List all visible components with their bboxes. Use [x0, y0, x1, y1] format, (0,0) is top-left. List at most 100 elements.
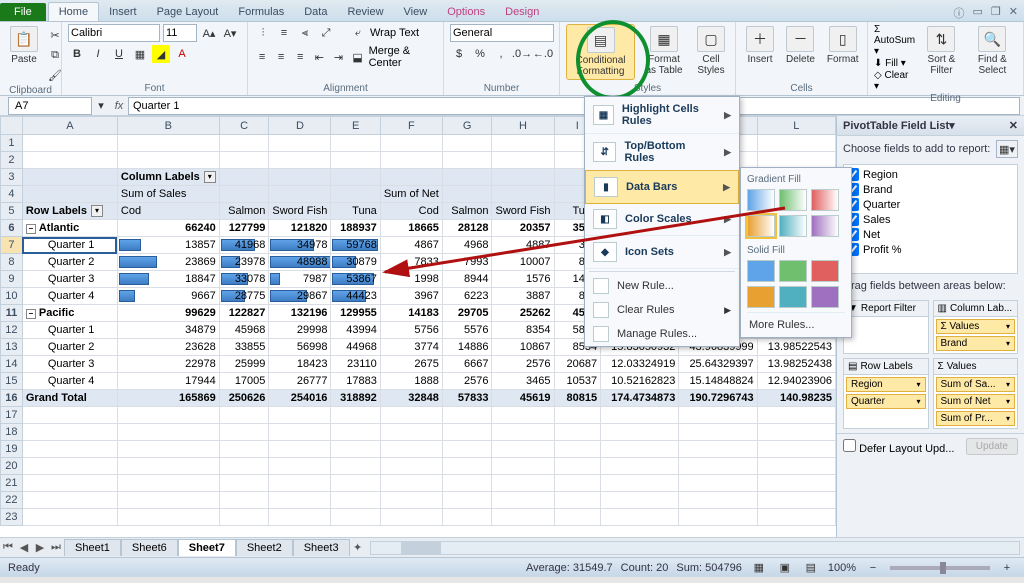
cell[interactable] [380, 424, 442, 441]
tab-page-layout[interactable]: Page Layout [147, 3, 229, 21]
cell[interactable]: 122827 [219, 305, 269, 322]
db-swatch-purple-solid[interactable] [811, 286, 839, 308]
cell[interactable] [331, 441, 380, 458]
cell[interactable]: 2675 [380, 356, 442, 373]
row-header[interactable]: 6 [1, 220, 23, 237]
db-swatch-green-solid[interactable] [779, 260, 807, 282]
column-header[interactable]: G [442, 117, 492, 135]
format-as-table-button[interactable]: ▦ Format as Table [639, 24, 689, 78]
values-area[interactable]: Σ Values Sum of Sa...▾ Sum of Net▾ Sum o… [933, 358, 1019, 429]
row-header[interactable]: 3 [1, 169, 23, 186]
inc-decimal-icon[interactable]: .0→ [513, 45, 531, 63]
row-header[interactable]: 8 [1, 254, 23, 271]
cell[interactable]: 30879 [331, 254, 380, 271]
cell[interactable]: 10537 [554, 373, 601, 390]
area-item[interactable]: Sum of Sa...▾ [936, 377, 1016, 392]
collapse-icon[interactable]: − [26, 309, 36, 319]
italic-icon[interactable]: I [89, 45, 107, 63]
cell[interactable]: Sword Fish [492, 203, 554, 220]
cell[interactable] [117, 475, 219, 492]
grow-font-icon[interactable]: A▴ [200, 24, 218, 42]
area-item[interactable]: Region▾ [846, 377, 926, 392]
cell[interactable] [331, 509, 380, 526]
cell[interactable]: 14183 [380, 305, 442, 322]
delete-cells-button[interactable]: －Delete [782, 24, 819, 67]
name-box[interactable] [8, 97, 92, 115]
cf-highlight-cells-rules[interactable]: ▦Highlight Cells Rules▶ [585, 97, 739, 134]
cell[interactable]: Quarter 2 [22, 339, 117, 356]
cell-styles-button[interactable]: ▢ Cell Styles [693, 24, 729, 78]
cell[interactable]: 29705 [442, 305, 492, 322]
cell[interactable]: 1888 [380, 373, 442, 390]
area-item[interactable]: Sum of Net▾ [936, 394, 1016, 409]
field-checkbox[interactable]: Profit % [846, 242, 1015, 257]
cell[interactable] [219, 475, 269, 492]
shrink-font-icon[interactable]: A▾ [221, 24, 239, 42]
cell[interactable]: 9667 [117, 288, 219, 305]
cell[interactable] [679, 424, 757, 441]
cell[interactable] [554, 458, 601, 475]
cell[interactable] [757, 407, 835, 424]
db-more-rules[interactable]: More Rules... [747, 312, 845, 335]
cell[interactable]: 29998 [269, 322, 331, 339]
cell[interactable]: 13.98252438 [757, 356, 835, 373]
cell[interactable]: 13857 [117, 237, 219, 254]
cell[interactable] [269, 424, 331, 441]
cell[interactable]: 127799 [219, 220, 269, 237]
cell[interactable] [117, 152, 219, 169]
horizontal-scrollbar[interactable] [370, 541, 1020, 555]
cell[interactable]: 8354 [492, 322, 554, 339]
tab-formulas[interactable]: Formulas [228, 3, 294, 21]
cell[interactable] [22, 441, 117, 458]
cell[interactable] [269, 458, 331, 475]
cell[interactable] [757, 152, 835, 169]
cell[interactable]: 23110 [331, 356, 380, 373]
db-swatch-green-gradient[interactable] [779, 189, 807, 211]
cell[interactable] [219, 509, 269, 526]
help-icon[interactable]: ⓘ [954, 5, 965, 21]
cell[interactable] [380, 441, 442, 458]
cell[interactable]: 10007 [492, 254, 554, 271]
area-item[interactable]: Brand▾ [936, 336, 1016, 351]
row-header[interactable]: 22 [1, 492, 23, 509]
cell[interactable]: 165869 [117, 390, 219, 407]
cell[interactable]: 17883 [331, 373, 380, 390]
cell[interactable]: 66240 [117, 220, 219, 237]
cell[interactable]: 23978 [219, 254, 269, 271]
cell[interactable] [492, 475, 554, 492]
cf-icon-sets[interactable]: ◆Icon Sets▶ [585, 236, 739, 269]
cell[interactable] [269, 492, 331, 509]
tab-data[interactable]: Data [294, 3, 337, 21]
cf-top-bottom-rules[interactable]: ⇵Top/Bottom Rules▶ [585, 134, 739, 171]
cell[interactable]: 29867 [269, 288, 331, 305]
cell[interactable] [601, 492, 679, 509]
cell[interactable] [331, 492, 380, 509]
column-header[interactable]: F [380, 117, 442, 135]
cell[interactable]: 23628 [117, 339, 219, 356]
cell[interactable]: 10.52162823 [601, 373, 679, 390]
cell[interactable]: 14886 [442, 339, 492, 356]
cell[interactable] [22, 424, 117, 441]
cf-data-bars[interactable]: ▮Data Bars▶ [585, 170, 739, 204]
row-header[interactable]: 17 [1, 407, 23, 424]
cell[interactable]: 20357 [492, 220, 554, 237]
column-header[interactable]: B [117, 117, 219, 135]
row-header[interactable]: 2 [1, 152, 23, 169]
cell[interactable]: 7987 [269, 271, 331, 288]
cell[interactable]: Sum of Net [380, 186, 442, 203]
cell[interactable] [219, 441, 269, 458]
cell[interactable] [679, 441, 757, 458]
tab-review[interactable]: Review [337, 3, 393, 21]
cell[interactable]: 45968 [219, 322, 269, 339]
cell[interactable] [601, 475, 679, 492]
sheet-tab[interactable]: Sheet6 [121, 539, 178, 556]
cell[interactable] [380, 169, 442, 186]
sheet-tab[interactable]: Sheet1 [64, 539, 121, 556]
cell[interactable] [442, 152, 492, 169]
find-select-button[interactable]: 🔍Find & Select [968, 24, 1017, 78]
cell[interactable]: Sum of Sales [117, 186, 219, 203]
cell[interactable]: 25.64329397 [679, 356, 757, 373]
cell[interactable] [269, 152, 331, 169]
cell[interactable]: 129955 [331, 305, 380, 322]
cell[interactable]: 12.03324919 [601, 356, 679, 373]
